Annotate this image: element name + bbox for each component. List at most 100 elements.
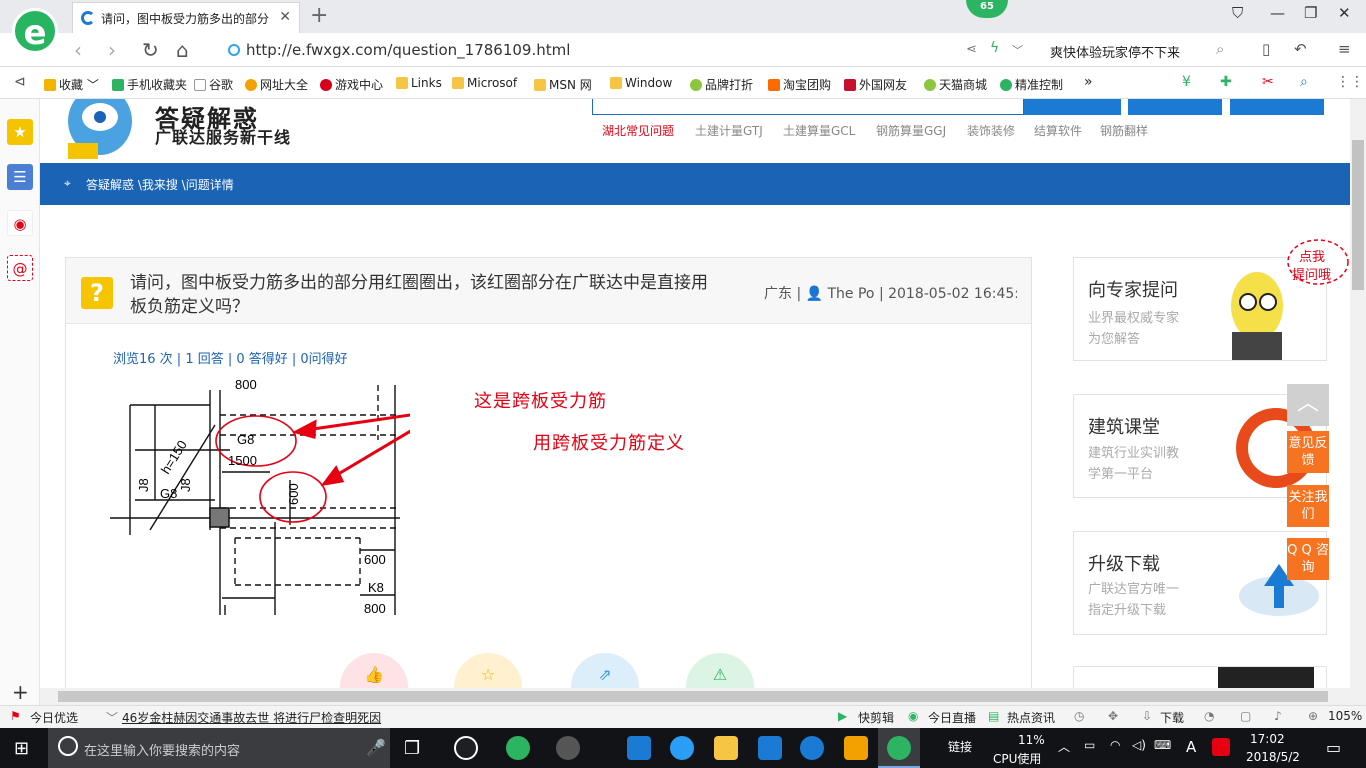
- restore-icon[interactable]: ❐: [1304, 4, 1317, 22]
- yuan-icon[interactable]: ¥: [1182, 74, 1191, 90]
- tools-icon[interactable]: ✥: [1108, 709, 1118, 723]
- url-input[interactable]: http://e.fwxgx.com/question_1786109.html: [246, 41, 570, 59]
- weibo-icon[interactable]: ◉: [7, 210, 33, 236]
- microphone-icon[interactable]: 🎤: [366, 738, 386, 757]
- bookmark-item[interactable]: 淘宝团购: [768, 76, 831, 93]
- browser-logo-icon[interactable]: e: [12, 8, 58, 54]
- quick-link[interactable]: 结算软件: [1034, 122, 1082, 139]
- bookmark-item[interactable]: 品牌打折: [690, 76, 753, 93]
- tab-close-icon[interactable]: ✕: [279, 9, 291, 25]
- horizontal-scroll-thumb[interactable]: [58, 691, 1328, 702]
- follow-us-button[interactable]: 关注我们: [1287, 485, 1329, 527]
- cortana-icon[interactable]: [58, 736, 78, 756]
- scissors-icon[interactable]: ✂: [1262, 74, 1274, 90]
- quick-link[interactable]: 装饰装修: [967, 122, 1015, 139]
- ie-icon[interactable]: [670, 736, 694, 760]
- bookmark-item[interactable]: 手机收藏夹: [112, 76, 187, 93]
- bookmark-item[interactable]: 精准控制: [1000, 76, 1063, 93]
- site-search-input[interactable]: [592, 99, 1024, 115]
- lightning-icon[interactable]: ϟ: [990, 40, 999, 56]
- windows-start-icon[interactable]: ⊞: [14, 738, 29, 759]
- bookmark-item[interactable]: Window: [610, 76, 672, 90]
- shirt-icon[interactable]: ⛉: [1232, 4, 1243, 22]
- minimize-icon[interactable]: —: [1270, 4, 1285, 22]
- app-icon[interactable]: [556, 736, 580, 760]
- ime-indicator[interactable]: A: [1186, 738, 1196, 756]
- chevron-down-icon[interactable]: ﹀: [1012, 42, 1023, 58]
- close-window-icon[interactable]: ✕: [1338, 4, 1351, 22]
- task-view-icon[interactable]: ❐: [404, 738, 420, 759]
- bookmark-item[interactable]: 游戏中心: [320, 76, 383, 93]
- bookmark-more[interactable]: »: [1084, 74, 1093, 90]
- refresh-icon[interactable]: ↻: [142, 38, 159, 62]
- sound-icon[interactable]: ♪: [1274, 709, 1282, 723]
- back-icon[interactable]: ‹: [74, 38, 82, 62]
- feedback-button[interactable]: 意见反馈: [1287, 431, 1329, 473]
- news-headline[interactable]: 46岁金柱赫因交通事故去世 将进行尸检查明死因: [122, 709, 381, 726]
- favorites-icon[interactable]: ★: [7, 119, 33, 145]
- grid-icon[interactable]: ⋮⋮: [1336, 74, 1364, 90]
- bookmark-item[interactable]: 天猫商城: [924, 76, 987, 93]
- search-icon[interactable]: ⌕: [1216, 40, 1224, 58]
- home-icon[interactable]: ⌂: [176, 38, 189, 62]
- menu-icon[interactable]: ≡: [1338, 40, 1351, 58]
- fan-app-icon[interactable]: [454, 736, 478, 760]
- breadcrumb[interactable]: 答疑解惑 \我来搜 \问题详情: [86, 176, 234, 193]
- quick-link[interactable]: 钢筋翻样: [1100, 122, 1148, 139]
- forward-icon[interactable]: ›: [108, 38, 116, 62]
- bookmark-item[interactable]: 网址大全: [245, 76, 308, 93]
- quick-link[interactable]: 钢筋算量GGJ: [876, 122, 946, 139]
- quick-link[interactable]: 湖北常见问题: [602, 122, 674, 139]
- active-app[interactable]: [878, 728, 920, 768]
- search-icon[interactable]: ⌕: [1300, 74, 1308, 90]
- new-tab-button[interactable]: +: [310, 3, 328, 28]
- notes-icon[interactable]: [844, 736, 868, 760]
- notification-icon[interactable]: ▭: [1326, 738, 1341, 757]
- cleanup-icon[interactable]: ◔: [1204, 709, 1214, 723]
- clock-date[interactable]: 2018/5/2: [1246, 750, 1300, 764]
- list-icon[interactable]: ☰: [7, 164, 33, 190]
- vertical-scroll-thumb[interactable]: [1352, 140, 1364, 290]
- wifi-icon[interactable]: ◠: [1110, 738, 1120, 752]
- add-icon[interactable]: +: [12, 680, 29, 704]
- share-icon[interactable]: ⋖: [966, 42, 977, 57]
- bookmark-item[interactable]: Microsof: [452, 76, 517, 90]
- taskbar-search[interactable]: 在这里输入你要搜索的内容: [48, 728, 390, 768]
- speed-icon[interactable]: ◷: [1074, 709, 1084, 723]
- answer-button[interactable]: [1230, 99, 1324, 115]
- glodon-icon[interactable]: [800, 736, 824, 760]
- volume-icon[interactable]: ◁): [1132, 738, 1146, 752]
- zoom-icon[interactable]: ⊕: [1308, 709, 1318, 723]
- app-icon[interactable]: [758, 736, 782, 760]
- links-toolbar[interactable]: 链接: [948, 738, 972, 755]
- hot-search-text[interactable]: 爽快体验玩家停不下来: [1050, 42, 1180, 61]
- browser-tab[interactable]: 请问，图中板受力筋多出的部分 ✕: [72, 2, 300, 33]
- chevron-down-icon[interactable]: ﹀: [106, 709, 118, 726]
- tray-expand-icon[interactable]: ︿: [1058, 738, 1070, 755]
- sogou-icon[interactable]: [1212, 738, 1230, 756]
- back-to-top-button[interactable]: ︿: [1287, 384, 1329, 426]
- zoom-level[interactable]: 105%: [1328, 709, 1362, 723]
- keyboard-icon[interactable]: ⌨: [1154, 738, 1171, 752]
- ask-question-button[interactable]: [1128, 99, 1222, 115]
- bookmark-item[interactable]: Links: [396, 76, 442, 90]
- plus-icon[interactable]: ✚: [1220, 74, 1232, 90]
- quick-link[interactable]: 土建计量GTJ: [695, 122, 763, 139]
- download-icon[interactable]: ⇩: [1142, 709, 1152, 723]
- status-item[interactable]: 热点资讯: [1007, 709, 1055, 726]
- edge-icon[interactable]: [627, 736, 651, 760]
- qq-consult-button[interactable]: Q Q 咨询: [1287, 538, 1329, 580]
- status-item[interactable]: 今日直播: [928, 709, 976, 726]
- collapse-icon[interactable]: ⊲: [14, 74, 26, 90]
- status-item[interactable]: 快剪辑: [858, 709, 894, 726]
- bookmark-item[interactable]: 收藏 ﹀: [44, 76, 99, 93]
- quick-link[interactable]: 土建算量GCL: [783, 122, 855, 139]
- battery-icon[interactable]: ▭: [1084, 738, 1095, 752]
- news-label[interactable]: 今日优选: [30, 709, 78, 726]
- 360-browser-icon[interactable]: [506, 736, 530, 760]
- download-label[interactable]: 下载: [1160, 709, 1184, 726]
- mail-icon[interactable]: @: [7, 255, 33, 281]
- bookmark-item[interactable]: 谷歌: [194, 76, 233, 93]
- clock-time[interactable]: 17:02: [1250, 732, 1285, 746]
- bookmark-item[interactable]: MSN 网: [534, 76, 592, 93]
